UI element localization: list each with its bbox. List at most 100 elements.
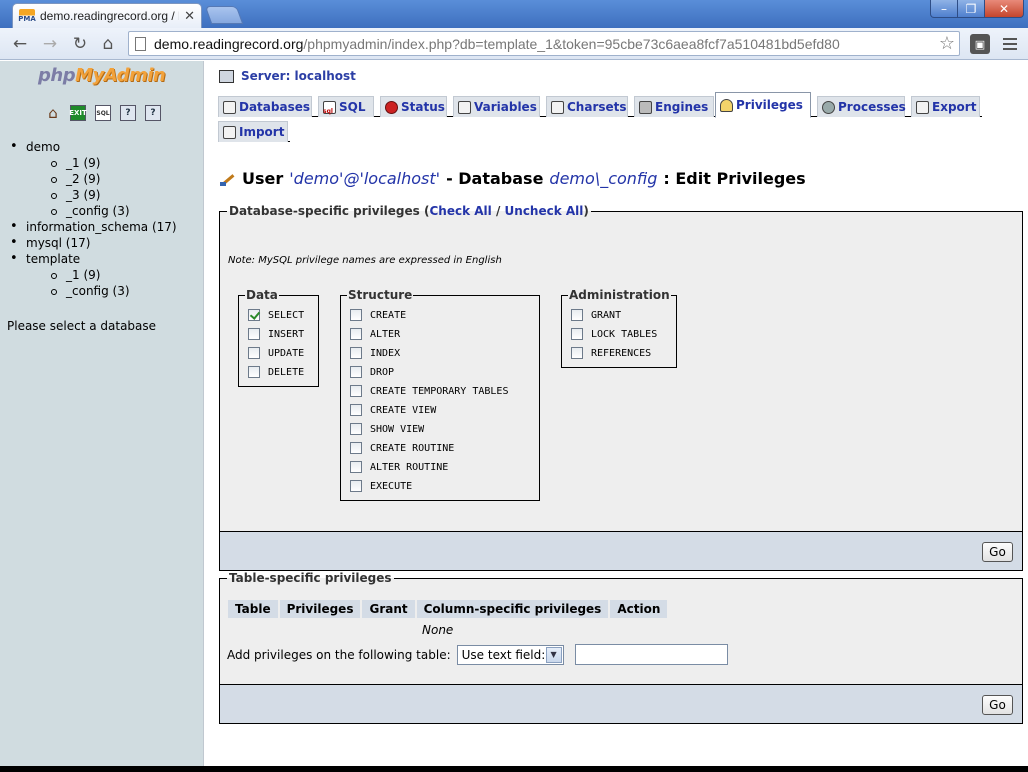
documentation-icon[interactable]: ?: [145, 105, 161, 121]
tab-databases[interactable]: Databases: [218, 96, 312, 117]
grant-checkbox[interactable]: [571, 309, 583, 321]
table-name-input[interactable]: [574, 644, 728, 665]
priv-grant[interactable]: GRANT: [571, 308, 621, 322]
tab-processes[interactable]: Processes: [817, 96, 906, 117]
priv-index[interactable]: INDEX: [350, 346, 400, 360]
alter-checkbox[interactable]: [350, 328, 362, 340]
browser-menu-icon[interactable]: [1000, 33, 1020, 55]
tab-bar: Databases SQL Status Variables Charsets …: [218, 92, 982, 118]
new-tab-button[interactable]: [204, 6, 244, 24]
bookmark-star-icon[interactable]: ☆: [939, 33, 955, 54]
query-window-icon[interactable]: SQL: [95, 105, 111, 121]
db-item-demo[interactable]: demo: [10, 139, 177, 155]
create-view-checkbox[interactable]: [350, 404, 362, 416]
index-checkbox[interactable]: [350, 347, 362, 359]
administration-group-legend: Administration: [569, 288, 670, 302]
create-routine-checkbox[interactable]: [350, 442, 362, 454]
priv-update[interactable]: UPDATE: [248, 346, 304, 360]
home-icon[interactable]: ⌂: [96, 33, 120, 55]
edit-privileges-icon: [220, 171, 236, 187]
tab-close-icon[interactable]: ✕: [184, 9, 195, 24]
window-titlebar: PMA demo.readingrecord.org / loc ✕ – ❐ ✕: [0, 0, 1028, 28]
uncheck-all-link[interactable]: Uncheck All: [505, 204, 584, 218]
priv-alter-routine[interactable]: ALTER ROUTINE: [350, 460, 448, 474]
tab-variables[interactable]: Variables: [453, 96, 540, 117]
priv-select[interactable]: SELECT: [248, 308, 304, 322]
tab-sql[interactable]: SQL: [318, 96, 374, 117]
add-privileges-label: Add privileges on the following table:: [227, 647, 451, 662]
page-title: User 'demo'@'localhost' - Database demo\…: [220, 169, 806, 188]
priv-execute[interactable]: EXECUTE: [350, 479, 412, 493]
chevron-down-icon[interactable]: ▼: [545, 646, 562, 663]
db-item-information-schema[interactable]: information_schema (17): [10, 219, 177, 235]
references-checkbox[interactable]: [571, 347, 583, 359]
tab-status[interactable]: Status: [380, 96, 447, 117]
tab-export[interactable]: Export: [911, 96, 980, 117]
table-item[interactable]: _2 (9): [10, 171, 177, 187]
forward-arrow-icon[interactable]: →: [38, 33, 62, 55]
table-item[interactable]: _1 (9): [10, 155, 177, 171]
tab-engines[interactable]: Engines: [634, 96, 714, 117]
table-item[interactable]: _1 (9): [10, 267, 177, 283]
insert-checkbox[interactable]: [248, 328, 260, 340]
tab-charsets[interactable]: Charsets: [546, 96, 628, 117]
server-label[interactable]: Server: localhost: [241, 69, 356, 83]
priv-show-view[interactable]: SHOW VIEW: [350, 422, 424, 436]
data-group-legend: Data: [246, 288, 278, 302]
table-item[interactable]: _config (3): [10, 283, 177, 299]
structure-privileges-group: Structure CREATE ALTER INDEX DROP CREATE…: [340, 288, 540, 501]
column-header-column-specific: Column-specific privileges: [416, 600, 609, 618]
structure-group-legend: Structure: [348, 288, 413, 302]
delete-checkbox[interactable]: [248, 366, 260, 378]
execute-checkbox[interactable]: [350, 480, 362, 492]
column-header-grant: Grant: [362, 600, 415, 618]
processes-icon: [822, 100, 835, 114]
database-privileges-footer: Go: [219, 531, 1023, 571]
go-button-table[interactable]: Go: [982, 695, 1013, 715]
phpmyadmin-logo[interactable]: phpMyAdmin: [38, 65, 166, 86]
table-item[interactable]: _3 (9): [10, 187, 177, 203]
home-icon[interactable]: ⌂: [45, 104, 61, 122]
priv-delete[interactable]: DELETE: [248, 365, 304, 379]
drop-checkbox[interactable]: [350, 366, 362, 378]
table-select[interactable]: Use text field: ▼: [456, 644, 564, 665]
exit-icon[interactable]: EXIT: [69, 105, 87, 121]
priv-create-view[interactable]: CREATE VIEW: [350, 403, 436, 417]
go-button[interactable]: Go: [982, 542, 1013, 562]
database-link[interactable]: demo\_config: [549, 169, 657, 188]
window-maximize-button[interactable]: ❐: [957, 0, 985, 18]
select-checkbox[interactable]: [248, 309, 260, 321]
window-minimize-button[interactable]: –: [930, 0, 958, 18]
priv-alter[interactable]: ALTER: [350, 327, 400, 341]
tab-privileges[interactable]: Privileges: [715, 92, 811, 118]
lock-tables-checkbox[interactable]: [571, 328, 583, 340]
extension-icon[interactable]: ▣: [970, 34, 990, 54]
priv-create-routine[interactable]: CREATE ROUTINE: [350, 441, 454, 455]
alter-routine-checkbox[interactable]: [350, 461, 362, 473]
reload-icon[interactable]: ↻: [68, 33, 92, 55]
db-item-mysql[interactable]: mysql (17): [10, 235, 177, 251]
browser-tab-active[interactable]: PMA demo.readingrecord.org / loc ✕: [12, 3, 202, 28]
show-view-checkbox[interactable]: [350, 423, 362, 435]
check-all-link[interactable]: Check All: [429, 204, 491, 218]
priv-insert[interactable]: INSERT: [248, 327, 304, 341]
create-temporary-tables-checkbox[interactable]: [350, 385, 362, 397]
server-breadcrumb[interactable]: Server: localhost: [219, 69, 356, 83]
back-arrow-icon[interactable]: ←: [8, 33, 32, 55]
priv-create[interactable]: CREATE: [350, 308, 406, 322]
database-privileges-fieldset: Database-specific privileges (Check All …: [219, 204, 1023, 571]
user-link[interactable]: 'demo'@'localhost': [289, 169, 440, 188]
help-icon[interactable]: ?: [120, 105, 136, 121]
create-checkbox[interactable]: [350, 309, 362, 321]
priv-references[interactable]: REFERENCES: [571, 346, 651, 360]
db-item-template[interactable]: template: [10, 251, 177, 267]
priv-drop[interactable]: DROP: [350, 365, 394, 379]
priv-lock-tables[interactable]: LOCK TABLES: [571, 327, 657, 341]
tab-bar-row-2: Import: [218, 119, 290, 142]
address-bar[interactable]: demo.readingrecord.org/phpmyadmin/index.…: [128, 31, 960, 56]
window-close-button[interactable]: ✕: [984, 0, 1024, 18]
update-checkbox[interactable]: [248, 347, 260, 359]
priv-create-temporary-tables[interactable]: CREATE TEMPORARY TABLES: [350, 384, 508, 398]
tab-import[interactable]: Import: [218, 121, 288, 142]
table-item[interactable]: _config (3): [10, 203, 177, 219]
